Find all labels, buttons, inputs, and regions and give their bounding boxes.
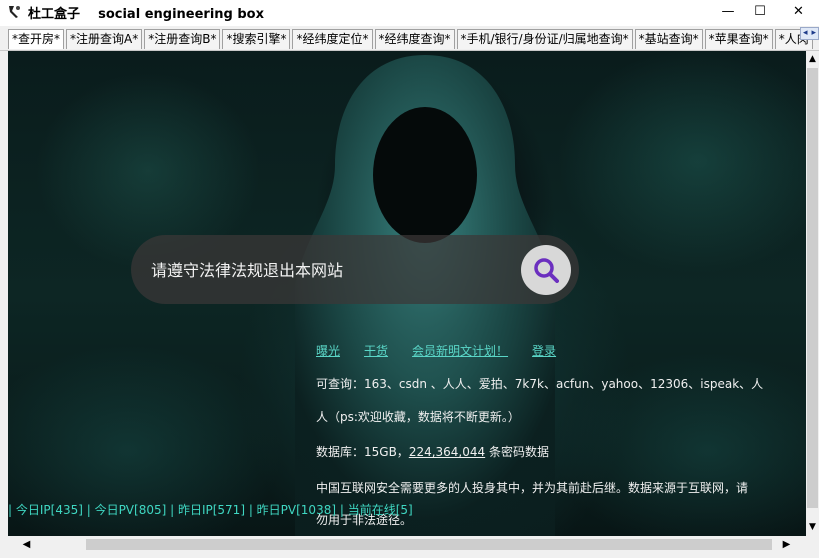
search-button[interactable] [521,245,571,295]
horizontal-scroll-thumb[interactable] [86,539,772,550]
scroll-up-icon[interactable]: ▲ [806,51,819,68]
tab-search-engine[interactable]: *搜索引擎* [222,29,291,49]
title-bar: 杜工盒子 social engineering box — ☐ ✕ [0,0,819,26]
search-box: 请遵守法律法规退出本网站 [131,235,579,304]
link-login[interactable]: 登录 [532,342,556,359]
tab-register-a[interactable]: *注册查询A* [66,29,143,49]
info-notice-line: 中国互联网安全需要更多的人投身其中，并为其前赴后继。数据来源于互联网，请 [316,481,749,495]
tab-strip: *查开房* *注册查询A* *注册查询B* *搜索引擎* *经纬度定位* *经纬… [0,26,819,51]
tab-register-b[interactable]: *注册查询B* [144,29,221,49]
db-suffix: 条密码数据 [485,445,549,459]
minimize-button[interactable]: — [712,0,744,22]
tab-scroll-right-icon[interactable]: ▸ [810,28,819,39]
link-exposure[interactable]: 曝光 [316,342,340,359]
tab-geo-locate[interactable]: *经纬度定位* [292,29,373,49]
db-count: 224,364,044 [408,445,486,459]
link-member-plan[interactable]: 会员新明文计划！ [412,342,508,359]
tab-scroll-left-icon[interactable]: ◂ [801,28,810,39]
link-resources[interactable]: 干货 [364,342,388,359]
scrollbar-corner [806,536,819,553]
search-icon [534,258,559,283]
horizontal-scrollbar[interactable]: ◀ ▶ [8,536,806,553]
tab-room-lookup[interactable]: *查开房* [8,29,65,49]
scroll-down-icon[interactable]: ▼ [806,519,819,536]
web-view: 请遵守法律法规退出本网站 曝光 干货 会员新明文计划！ 登录 可查询：163、c… [8,51,806,536]
tab-apple-query[interactable]: *苹果查询* [704,29,773,49]
info-sources-line: 可查询：163、csdn 、人人、爱拍、7k7k、acfun、yahoo、123… [316,377,764,391]
vertical-scroll-thumb[interactable] [807,68,818,508]
db-prefix: 数据库：15GB， [316,445,409,459]
tab-geo-query[interactable]: *经纬度查询* [374,29,455,49]
tab-phone-bank-id[interactable]: *手机/银行/身份证/归属地查询* [456,29,633,49]
scroll-left-icon[interactable]: ◀ [18,536,35,553]
scroll-right-icon[interactable]: ▶ [778,536,795,553]
window-title: 杜工盒子 social engineering box [28,7,264,22]
app-icon [9,6,20,18]
maximize-button[interactable]: ☐ [744,0,776,22]
tab-scroll-buttons: ◂ ▸ [800,27,819,40]
tab-list: *查开房* *注册查询A* *注册查询B* *搜索引擎* *经纬度定位* *经纬… [8,29,815,49]
close-button[interactable]: ✕ [778,0,819,22]
nav-links: 曝光 干货 会员新明文计划！ 登录 [316,342,580,359]
info-bookmark-line: 人（ps:欢迎收藏，数据将不断更新。） [316,410,520,424]
search-input[interactable]: 请遵守法律法规退出本网站 [151,257,343,281]
vertical-scrollbar[interactable]: ▲ ▼ [806,51,819,536]
tab-base-station[interactable]: *基站查询* [634,29,703,49]
info-database-line: 数据库：15GB，224,364,044 条密码数据 [316,443,549,461]
visitor-stats: | 今日IP[435] | 今日PV[805] | 昨日IP[571] | 昨日… [8,503,413,517]
